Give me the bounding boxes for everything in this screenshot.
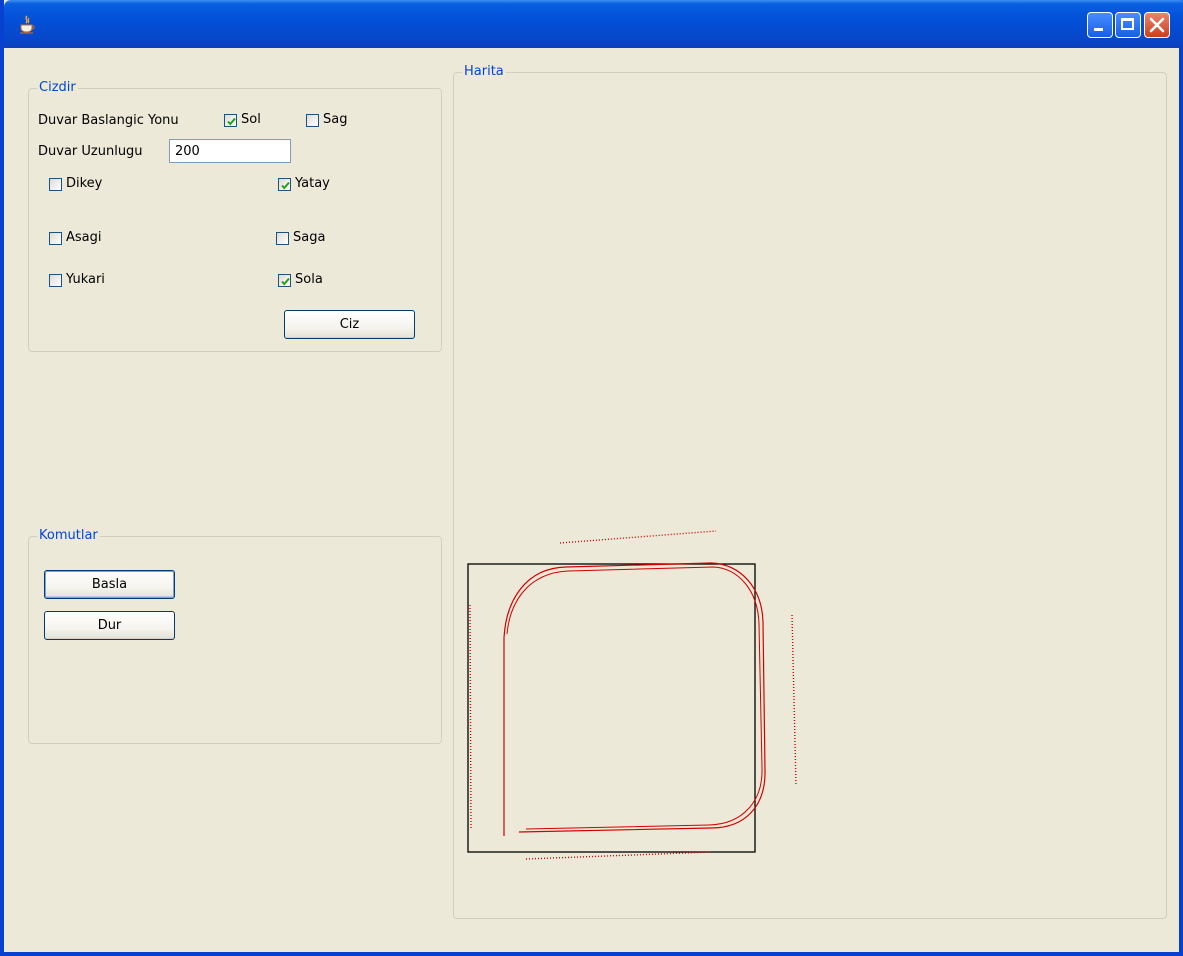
sensor-readings-left	[469, 604, 472, 831]
checkbox-box[interactable]	[278, 273, 291, 287]
dikey-checkbox-label: Dikey	[66, 176, 103, 191]
harita-group-title: Harita	[462, 64, 506, 80]
checkbox-box[interactable]	[306, 113, 319, 127]
checkmark-icon	[227, 117, 236, 126]
wall-length-label: Duvar Uzunlugu	[38, 144, 143, 159]
sol-checkbox[interactable]: Sol	[224, 111, 261, 129]
yukari-checkbox-label: Yukari	[66, 272, 105, 287]
komutlar-group: Komutlar	[28, 528, 442, 744]
dur-button[interactable]: Dur	[44, 611, 175, 640]
yatay-checkbox-label: Yatay	[295, 176, 330, 191]
map-boundary-rectangle	[467, 563, 756, 853]
sag-checkbox[interactable]: Sag	[306, 111, 347, 129]
robot-path-outer	[503, 562, 766, 836]
title-bar[interactable]	[4, 0, 1183, 48]
checkbox-box[interactable]	[224, 113, 237, 127]
yukari-checkbox[interactable]: Yukari	[49, 271, 105, 289]
close-button[interactable]	[1144, 12, 1170, 38]
ciz-button[interactable]: Ciz	[284, 310, 415, 339]
komutlar-group-title: Komutlar	[37, 528, 100, 544]
saga-checkbox-label: Saga	[293, 230, 326, 245]
minimize-icon	[1094, 28, 1103, 31]
asagi-checkbox[interactable]: Asagi	[49, 229, 102, 247]
maximize-button[interactable]	[1115, 12, 1141, 38]
basla-button[interactable]: Basla	[44, 570, 175, 599]
yatay-checkbox[interactable]: Yatay	[278, 175, 330, 193]
application-window: Cizdir Duvar Baslangic Yonu Sol Sag Duva…	[0, 0, 1183, 956]
checkbox-box[interactable]	[49, 273, 62, 287]
map-canvas	[467, 530, 797, 860]
saga-checkbox[interactable]: Saga	[276, 229, 325, 247]
wall-length-input[interactable]	[169, 139, 291, 163]
minimize-button[interactable]	[1087, 12, 1113, 38]
robot-path-inner	[506, 566, 763, 830]
checkbox-box[interactable]	[278, 177, 291, 191]
checkbox-box[interactable]	[49, 231, 62, 245]
sola-checkbox[interactable]: Sola	[278, 271, 323, 289]
start-direction-label: Duvar Baslangic Yonu	[38, 113, 179, 128]
checkbox-box[interactable]	[276, 231, 289, 245]
maximize-icon	[1121, 18, 1134, 30]
sensor-readings-bottom	[525, 851, 713, 860]
sag-checkbox-label: Sag	[323, 112, 348, 127]
sensor-readings-top	[559, 530, 717, 544]
asagi-checkbox-label: Asagi	[66, 230, 102, 245]
sensor-readings-right	[791, 614, 797, 786]
checkmark-icon	[281, 181, 290, 190]
close-icon	[1145, 13, 1169, 37]
sol-checkbox-label: Sol	[241, 112, 261, 127]
checkmark-icon	[281, 277, 290, 286]
cizdir-group-title: Cizdir	[37, 80, 78, 96]
dikey-checkbox[interactable]: Dikey	[49, 175, 102, 193]
sola-checkbox-label: Sola	[295, 272, 323, 287]
checkbox-box[interactable]	[49, 177, 62, 191]
java-cup-icon	[18, 15, 36, 35]
